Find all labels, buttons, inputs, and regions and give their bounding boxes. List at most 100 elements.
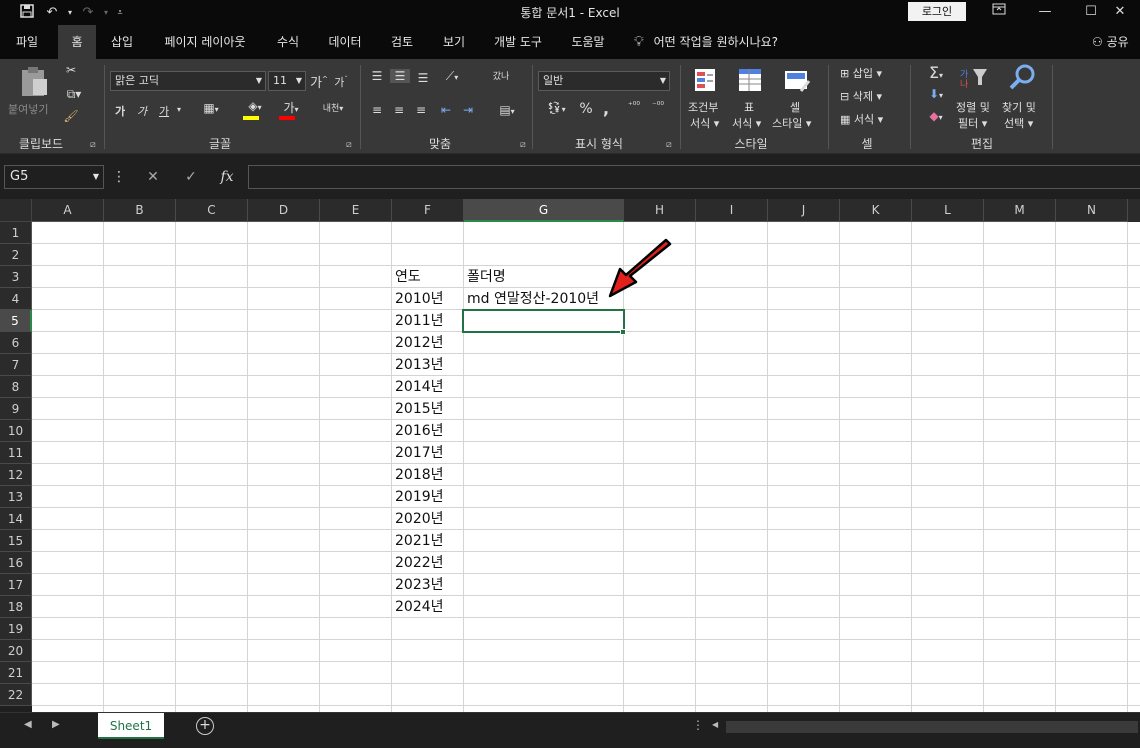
percent-icon[interactable]: % bbox=[578, 101, 594, 117]
hscroll-left-icon[interactable]: ◀ bbox=[712, 720, 718, 729]
login-button[interactable]: 로그인 bbox=[908, 2, 966, 21]
cell-F3[interactable]: 연도 bbox=[395, 266, 421, 288]
sheet-tab-sheet1[interactable]: Sheet1 bbox=[98, 713, 164, 739]
cell-F12[interactable]: 2018년 bbox=[395, 464, 444, 486]
wrap-text-icon[interactable]: 갔나 bbox=[490, 69, 512, 82]
delete-cells-button[interactable]: ⊟ 삭제 ▾ bbox=[840, 88, 882, 104]
name-box[interactable]: G5 ▼ bbox=[4, 165, 104, 189]
tab-home[interactable]: 홈 bbox=[58, 25, 96, 59]
alignment-launcher-icon[interactable]: ⧄ bbox=[520, 140, 526, 150]
sort-filter-label-1[interactable]: 정렬 및 bbox=[956, 99, 990, 115]
decrease-decimal-icon[interactable]: ⁻⁰⁰ bbox=[648, 101, 668, 111]
scroll-left-icon[interactable]: ◀ bbox=[24, 719, 32, 730]
clear-icon[interactable]: ◆▾ bbox=[920, 109, 952, 123]
tab-split-handle-icon[interactable]: ⋮ bbox=[692, 718, 704, 732]
insert-cells-button[interactable]: ⊞ 삽입 ▾ bbox=[840, 65, 882, 81]
tab-insert[interactable]: 삽입 bbox=[100, 25, 144, 59]
row-header-5[interactable]: 5 bbox=[0, 310, 32, 332]
cell-F16[interactable]: 2022년 bbox=[395, 552, 444, 574]
column-header-K[interactable]: K bbox=[840, 199, 912, 222]
row-header-14[interactable]: 14 bbox=[0, 508, 32, 530]
cell-F4[interactable]: 2010년 bbox=[395, 288, 444, 310]
cell-F18[interactable]: 2024년 bbox=[395, 596, 444, 618]
row-header-13[interactable]: 13 bbox=[0, 486, 32, 508]
customize-icon[interactable]: ⩡ bbox=[112, 8, 128, 18]
shrink-font-icon[interactable]: 가ˇ bbox=[332, 74, 350, 90]
align-bottom-icon[interactable]: ☰ bbox=[414, 71, 432, 85]
scroll-right-icon[interactable]: ▶ bbox=[52, 719, 60, 730]
font-name-select[interactable]: 맑은 고딕 ▼ bbox=[110, 71, 266, 91]
underline-icon[interactable]: 가 bbox=[156, 103, 172, 119]
format-as-table-label-1[interactable]: 표 bbox=[744, 99, 754, 115]
format-painter-icon[interactable]: 🖌︎ bbox=[62, 109, 80, 123]
column-header-I[interactable]: I bbox=[696, 199, 768, 222]
cell-G3[interactable]: 폴더명 bbox=[467, 266, 506, 288]
conditional-format-label-1[interactable]: 조건부 bbox=[688, 99, 718, 115]
find-select-icon[interactable] bbox=[1006, 63, 1038, 94]
fill-handle[interactable] bbox=[620, 329, 626, 335]
increase-indent-icon[interactable]: ⇥ bbox=[458, 103, 478, 117]
cell-F9[interactable]: 2015년 bbox=[395, 398, 444, 420]
row-header-3[interactable]: 3 bbox=[0, 266, 32, 288]
row-header-16[interactable]: 16 bbox=[0, 552, 32, 574]
tab-file[interactable]: 파일 bbox=[4, 25, 50, 59]
cell-F17[interactable]: 2023년 bbox=[395, 574, 444, 596]
undo-icon[interactable]: ↶ bbox=[40, 5, 64, 20]
row-header-9[interactable]: 9 bbox=[0, 398, 32, 420]
align-middle-icon[interactable]: ☰ bbox=[390, 69, 410, 83]
clipboard-launcher-icon[interactable]: ⧄ bbox=[90, 140, 96, 150]
cell-F13[interactable]: 2019년 bbox=[395, 486, 444, 508]
column-header-N[interactable]: N bbox=[1056, 199, 1128, 222]
align-right-icon[interactable]: ≡ bbox=[412, 103, 430, 117]
column-header-J[interactable]: J bbox=[768, 199, 840, 222]
row-header-2[interactable]: 2 bbox=[0, 244, 32, 266]
conditional-format-label-2[interactable]: 서식 ▾ bbox=[690, 115, 719, 131]
cell-F5[interactable]: 2011년 bbox=[395, 310, 444, 332]
column-header-C[interactable]: C bbox=[176, 199, 248, 222]
row-header-20[interactable]: 20 bbox=[0, 640, 32, 662]
accounting-format-icon[interactable]: 💱︎▾ bbox=[540, 101, 572, 115]
horizontal-scrollbar[interactable] bbox=[726, 721, 1138, 733]
font-size-select[interactable]: 11 ▼ bbox=[268, 71, 306, 91]
more-options-icon[interactable]: ⋮ bbox=[112, 165, 126, 189]
cell-F6[interactable]: 2012년 bbox=[395, 332, 444, 354]
row-header-6[interactable]: 6 bbox=[0, 332, 32, 354]
tell-me-box[interactable]: 💡︎ 어떤 작업을 원하시나요? bbox=[634, 25, 778, 59]
tab-developer[interactable]: 개발 도구 bbox=[484, 25, 552, 59]
select-all-corner[interactable] bbox=[0, 199, 32, 222]
paste-label[interactable]: 붙여넣기 bbox=[8, 101, 48, 117]
row-header-1[interactable]: 1 bbox=[0, 222, 32, 244]
row-header-12[interactable]: 12 bbox=[0, 464, 32, 486]
redo-dropdown-icon[interactable]: ▾ bbox=[100, 8, 112, 17]
cell-styles-label-2[interactable]: 스타일 ▾ bbox=[772, 115, 811, 131]
redo-icon[interactable]: ↷ bbox=[76, 5, 100, 20]
find-select-label-2[interactable]: 선택 ▾ bbox=[1004, 115, 1033, 131]
close-icon[interactable]: ✕ bbox=[1100, 2, 1140, 22]
cancel-icon[interactable]: ✕ bbox=[138, 165, 168, 189]
phonetic-icon[interactable]: 내천▾ bbox=[318, 101, 348, 114]
bold-icon[interactable]: 가 bbox=[112, 103, 128, 119]
decrease-indent-icon[interactable]: ⇤ bbox=[436, 103, 456, 117]
find-select-label-1[interactable]: 찾기 및 bbox=[1002, 99, 1036, 115]
copy-icon[interactable]: ⧉▾ bbox=[60, 87, 88, 102]
font-launcher-icon[interactable]: ⧄ bbox=[346, 140, 352, 150]
cell-F10[interactable]: 2016년 bbox=[395, 420, 444, 442]
row-header-11[interactable]: 11 bbox=[0, 442, 32, 464]
cell-styles-label-1[interactable]: 셀 bbox=[790, 99, 800, 115]
column-header-M[interactable]: M bbox=[984, 199, 1056, 222]
worksheet-grid[interactable]: 연도 폴더명 md 연말정산-2010년 2010년 2011년 2012년 2013… bbox=[32, 222, 1140, 712]
align-center-icon[interactable]: ≡ bbox=[390, 103, 408, 117]
cell-F15[interactable]: 2021년 bbox=[395, 530, 444, 552]
tab-view[interactable]: 보기 bbox=[432, 25, 476, 59]
cell-G4[interactable]: md 연말정산-2010년 bbox=[467, 288, 599, 310]
formula-input[interactable] bbox=[248, 165, 1140, 189]
number-launcher-icon[interactable]: ⧄ bbox=[666, 140, 672, 150]
increase-decimal-icon[interactable]: ⁺⁰⁰ bbox=[624, 101, 644, 111]
row-header-10[interactable]: 10 bbox=[0, 420, 32, 442]
cell-F7[interactable]: 2013년 bbox=[395, 354, 444, 376]
comma-icon[interactable]: , bbox=[600, 99, 612, 118]
save-icon[interactable] bbox=[14, 3, 40, 22]
row-header-22[interactable]: 22 bbox=[0, 684, 32, 706]
tab-help[interactable]: 도움말 bbox=[560, 25, 616, 59]
fill-color-icon[interactable]: ◈▾ bbox=[240, 99, 270, 120]
